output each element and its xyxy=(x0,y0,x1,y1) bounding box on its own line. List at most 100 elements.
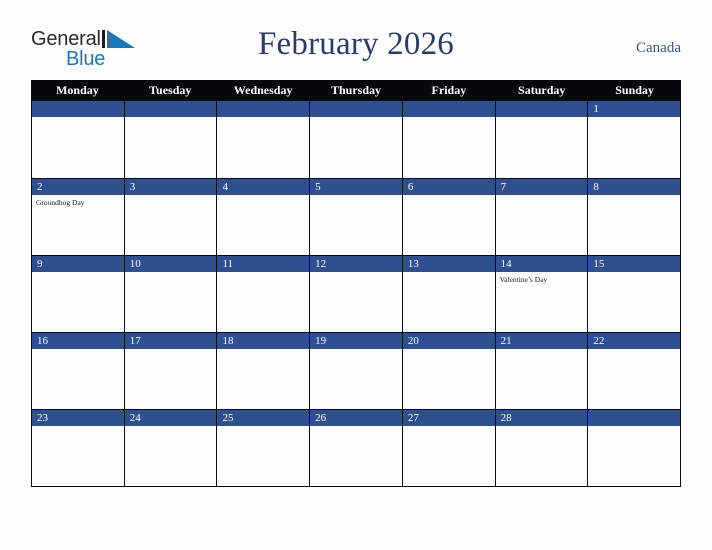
day-number-band xyxy=(217,101,310,117)
day-number-band: 9 xyxy=(32,256,124,272)
day-cell-2[interactable]: 2 Groundhog Day xyxy=(32,178,125,255)
day-number: 4 xyxy=(222,181,228,193)
day-number: 8 xyxy=(593,181,599,193)
day-number: 20 xyxy=(407,335,419,347)
day-events xyxy=(403,117,495,120)
day-number-band xyxy=(402,101,495,117)
day-cell-28[interactable]: 28 xyxy=(495,409,589,486)
event-label: Valentine’s Day xyxy=(499,275,548,284)
event-label: Groundhog Day xyxy=(36,198,85,207)
day-events xyxy=(496,117,588,120)
day-cell-15[interactable]: 15 xyxy=(588,255,681,332)
day-events xyxy=(125,195,217,198)
day-number-band xyxy=(32,101,124,117)
day-number-band: 3 xyxy=(124,179,217,195)
day-number-band: 14 xyxy=(495,256,588,272)
day-number: 2 xyxy=(37,181,43,193)
day-number: 9 xyxy=(37,258,43,270)
day-number-band: 1 xyxy=(588,101,681,117)
day-events xyxy=(125,117,217,120)
day-cell-19[interactable]: 19 xyxy=(310,332,403,409)
day-number-band xyxy=(310,101,402,117)
day-cell-24[interactable]: 24 xyxy=(124,409,218,486)
day-cell-12[interactable]: 12 xyxy=(310,255,403,332)
day-events xyxy=(217,117,309,120)
day-number: 13 xyxy=(407,258,419,270)
day-number-band: 16 xyxy=(32,333,124,349)
calendar-week-row: 16 17 18 19 20 21 22 xyxy=(32,332,681,409)
day-cell-empty[interactable] xyxy=(588,409,681,486)
day-number: 11 xyxy=(222,258,234,270)
day-number: 28 xyxy=(500,412,512,424)
day-cell-empty[interactable] xyxy=(124,101,218,178)
day-cell-6[interactable]: 6 xyxy=(402,178,496,255)
day-number: 1 xyxy=(593,103,599,115)
day-number-band: 25 xyxy=(217,410,310,426)
day-events xyxy=(217,272,309,275)
day-cell-8[interactable]: 8 xyxy=(588,178,681,255)
day-events: Groundhog Day xyxy=(32,195,124,208)
calendar-week-row: 23 24 25 26 27 28 xyxy=(32,409,681,486)
day-cell-11[interactable]: 11 xyxy=(217,255,311,332)
day-events xyxy=(217,195,309,198)
day-number-band xyxy=(495,101,588,117)
day-events xyxy=(496,426,588,429)
day-cell-10[interactable]: 10 xyxy=(124,255,218,332)
day-cell-16[interactable]: 16 xyxy=(32,332,125,409)
day-cell-25[interactable]: 25 xyxy=(217,409,311,486)
day-events xyxy=(32,117,124,120)
day-events xyxy=(32,349,124,352)
day-events xyxy=(217,349,309,352)
day-number-band: 28 xyxy=(495,410,588,426)
day-number: 10 xyxy=(129,258,141,270)
day-number: 25 xyxy=(222,412,234,424)
day-events xyxy=(403,272,495,275)
day-events xyxy=(310,272,402,275)
day-cell-14[interactable]: 14 Valentine’s Day xyxy=(495,255,589,332)
day-events xyxy=(588,272,680,275)
day-cell-23[interactable]: 23 xyxy=(32,409,125,486)
page-header: General Blue February 2026 Canada xyxy=(0,0,712,80)
day-events xyxy=(32,272,124,275)
day-number-band: 27 xyxy=(402,410,495,426)
day-cell-7[interactable]: 7 xyxy=(495,178,589,255)
day-number: 18 xyxy=(222,335,234,347)
day-events xyxy=(588,117,680,120)
day-number-band: 6 xyxy=(402,179,495,195)
day-cell-22[interactable]: 22 xyxy=(588,332,681,409)
day-cell-empty[interactable] xyxy=(217,101,311,178)
day-cell-1[interactable]: 1 xyxy=(588,101,681,178)
day-number-band: 18 xyxy=(217,333,310,349)
day-cell-27[interactable]: 27 xyxy=(402,409,496,486)
day-events xyxy=(310,195,402,198)
day-cell-empty[interactable] xyxy=(32,101,125,178)
day-events xyxy=(310,349,402,352)
day-cell-empty[interactable] xyxy=(310,101,403,178)
day-cell-5[interactable]: 5 xyxy=(310,178,403,255)
day-cell-empty[interactable] xyxy=(402,101,496,178)
day-number: 21 xyxy=(500,335,512,347)
day-cell-13[interactable]: 13 xyxy=(402,255,496,332)
day-number: 12 xyxy=(315,258,327,270)
day-events xyxy=(588,195,680,198)
day-cell-empty[interactable] xyxy=(495,101,589,178)
day-cell-17[interactable]: 17 xyxy=(124,332,218,409)
day-number-band: 10 xyxy=(124,256,217,272)
calendar-week-row: 2 Groundhog Day 3 4 5 6 7 8 xyxy=(32,178,681,255)
day-number-band: 15 xyxy=(588,256,681,272)
day-events xyxy=(310,426,402,429)
day-cell-4[interactable]: 4 xyxy=(217,178,311,255)
day-number-band: 23 xyxy=(32,410,124,426)
day-cell-21[interactable]: 21 xyxy=(495,332,589,409)
day-cell-9[interactable]: 9 xyxy=(32,255,125,332)
day-events xyxy=(588,426,680,429)
day-cell-18[interactable]: 18 xyxy=(217,332,311,409)
day-events xyxy=(403,349,495,352)
day-events xyxy=(32,426,124,429)
day-cell-3[interactable]: 3 xyxy=(124,178,218,255)
calendar-weeks: 1 2 Groundhog Day 3 4 5 6 7 8 9 10 11 12 13 14 Valentin… xyxy=(31,101,681,487)
day-cell-20[interactable]: 20 xyxy=(402,332,496,409)
day-number-band: 20 xyxy=(402,333,495,349)
day-cell-26[interactable]: 26 xyxy=(310,409,403,486)
weekday-header-saturday: Saturday xyxy=(518,83,566,97)
